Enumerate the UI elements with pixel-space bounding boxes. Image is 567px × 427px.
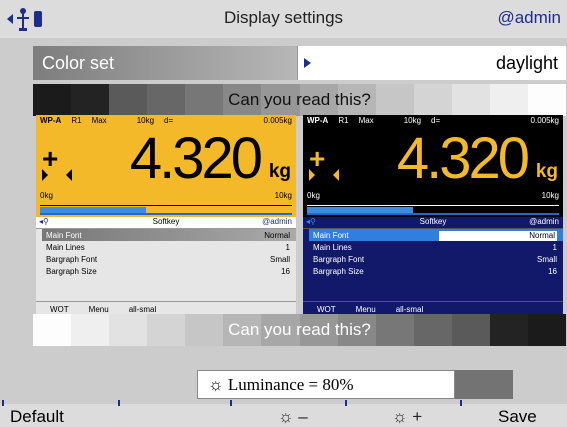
scale-min: 0kg bbox=[307, 191, 320, 200]
model-label: WP-A bbox=[307, 116, 329, 125]
softkey-bar: WOT Menu all-smal bbox=[303, 301, 563, 315]
scale-ticks bbox=[40, 202, 292, 206]
menu-item-label: Bargraph Size bbox=[313, 267, 364, 276]
softkey-user: @admin bbox=[529, 217, 559, 226]
readability-text-top: Can you read this? bbox=[228, 90, 371, 109]
range-label: R1 bbox=[338, 116, 349, 125]
color-set-value[interactable]: daylight bbox=[333, 46, 566, 80]
preview-panel-night: WP-A R1 Max 10kg d= 0.005kg + 4.320 kg 0… bbox=[303, 115, 563, 315]
menu-item-bargraph-size[interactable]: Bargraph Size 16 bbox=[309, 265, 563, 277]
menu-item-label: Bargraph Font bbox=[46, 255, 98, 264]
preview-panel-daylight: WP-A R1 Max 10kg d= 0.005kg + 4.320 kg 0… bbox=[36, 115, 296, 315]
d-value: 0.005kg bbox=[263, 116, 292, 125]
scale-max: 10kg bbox=[274, 191, 292, 200]
scale-ticks bbox=[307, 202, 559, 206]
menu-item-value: 16 bbox=[548, 267, 557, 276]
weight-unit: kg bbox=[268, 161, 291, 182]
menu-item-value: 1 bbox=[552, 243, 557, 252]
save-button[interactable]: Save bbox=[498, 407, 537, 427]
sun-icon: ☼ bbox=[208, 375, 224, 394]
menu-item-bargraph-font[interactable]: Bargraph Font Small bbox=[309, 253, 563, 265]
readability-text-bottom: Can you read this? bbox=[228, 320, 371, 339]
menu-item-main-font[interactable]: Main Font Normal bbox=[42, 229, 296, 241]
bargraph-line bbox=[307, 213, 559, 215]
page-title: Display settings bbox=[223, 8, 344, 27]
luminance-minus-button[interactable]: ☼ – bbox=[278, 407, 308, 427]
color-set-row[interactable]: Color set daylight bbox=[33, 46, 566, 80]
max-label: Max bbox=[91, 116, 107, 125]
menu-item-label: Bargraph Font bbox=[313, 255, 365, 264]
menu-item-label: Bargraph Size bbox=[46, 267, 97, 276]
weight-value: 4.320 bbox=[129, 126, 263, 191]
menu-item-label: Main Font bbox=[313, 231, 349, 240]
weight-unit: kg bbox=[535, 161, 558, 182]
menu-item-bargraph-size[interactable]: Bargraph Size 16 bbox=[42, 265, 296, 277]
softkey-title: Softkey bbox=[152, 217, 180, 226]
menu-item-label: Main Lines bbox=[46, 243, 85, 252]
menu-item-value: 1 bbox=[285, 243, 290, 252]
zero-indicator-icon bbox=[309, 169, 339, 181]
d-value: 0.005kg bbox=[530, 116, 559, 125]
title-bar: Display settings @admin bbox=[0, 0, 567, 38]
softkey-footer: Default ☼ – ☼ + Save bbox=[0, 400, 567, 427]
color-set-arrow[interactable] bbox=[297, 46, 333, 80]
max-label: Max bbox=[358, 116, 374, 125]
softkey-menu: ◂⚲ Softkey @admin Main Font Normal Main … bbox=[303, 217, 563, 301]
menu-item-main-font[interactable]: Main Font Normal bbox=[309, 229, 563, 241]
divider-tick bbox=[2, 400, 4, 406]
model-label: WP-A bbox=[40, 116, 62, 125]
menu-item-value: Small bbox=[269, 255, 290, 264]
luminance-plus-button[interactable]: ☼ + bbox=[392, 407, 422, 427]
range-label: R1 bbox=[71, 116, 82, 125]
scale-min: 0kg bbox=[40, 191, 53, 200]
luminance-display: ☼ Luminance = 80% bbox=[197, 370, 455, 399]
divider-tick bbox=[460, 400, 462, 406]
menu-item-label: Main Font bbox=[46, 231, 82, 240]
divider-tick bbox=[230, 400, 232, 406]
menu-item-value: 16 bbox=[281, 267, 290, 276]
softkey-bar: WOT Menu all-smal bbox=[36, 301, 296, 315]
softkey-title-bar: ◂⚲ Softkey @admin bbox=[36, 217, 296, 229]
luminance-label: Luminance = 80% bbox=[227, 375, 354, 394]
scale-labels: 0kg 10kg bbox=[307, 191, 559, 200]
zero-indicator-icon bbox=[42, 169, 72, 181]
color-set-label: Color set bbox=[33, 46, 297, 80]
bargraph-line bbox=[40, 213, 292, 215]
play-arrow-icon bbox=[304, 58, 311, 68]
menu-item-value: Normal bbox=[264, 231, 290, 240]
divider-tick bbox=[118, 400, 120, 406]
divider-tick bbox=[345, 400, 347, 406]
menu-item-bargraph-font[interactable]: Bargraph Font Small bbox=[42, 253, 296, 265]
menu-item-main-lines[interactable]: Main Lines 1 bbox=[309, 241, 563, 253]
default-button[interactable]: Default bbox=[10, 407, 64, 427]
scale-max: 10kg bbox=[541, 191, 559, 200]
luminance-swatch bbox=[455, 370, 513, 399]
menu-item-label: Main Lines bbox=[313, 243, 352, 252]
softkey-user: @admin bbox=[262, 217, 292, 226]
user-name[interactable]: @admin bbox=[497, 8, 561, 28]
readability-strip-bottom: Can you read this? bbox=[33, 314, 567, 346]
menu-item-value: Normal bbox=[439, 231, 557, 241]
scale-labels: 0kg 10kg bbox=[40, 191, 292, 200]
menu-item-value: Small bbox=[536, 255, 557, 264]
readability-strip-top: Can you read this? bbox=[33, 84, 567, 116]
softkey-title: Softkey bbox=[419, 217, 447, 226]
softkey-title-bar: ◂⚲ Softkey @admin bbox=[303, 217, 563, 229]
weight-value: 4.320 bbox=[396, 126, 530, 191]
menu-item-main-lines[interactable]: Main Lines 1 bbox=[42, 241, 296, 253]
softkey-menu: ◂⚲ Softkey @admin Main Font Normal Main … bbox=[36, 217, 296, 301]
